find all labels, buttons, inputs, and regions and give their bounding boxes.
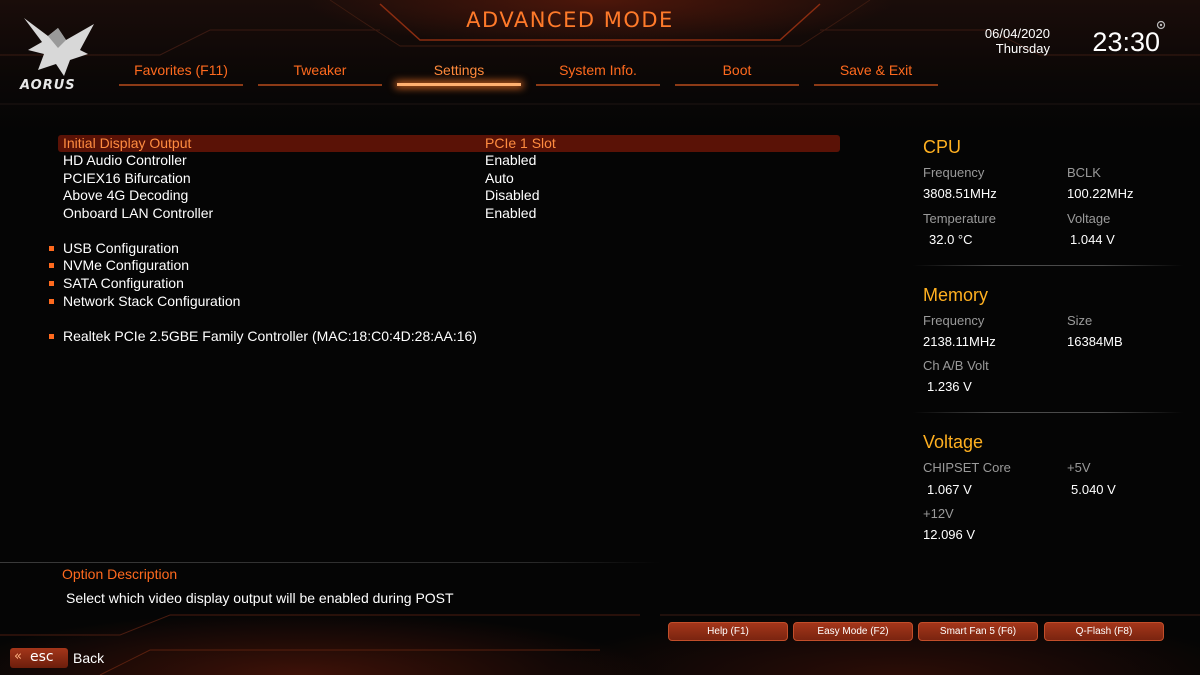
esc-button[interactable]: « esc (10, 648, 68, 668)
cpu-bclk-label: BCLK (1067, 165, 1101, 180)
submenu-label: SATA Configuration (63, 275, 184, 291)
tab-boot[interactable]: Boot (675, 62, 799, 88)
memory-size-label: Size (1067, 313, 1093, 328)
tab-favorites[interactable]: Favorites (F11) (119, 62, 243, 88)
setting-label: Onboard LAN Controller (63, 205, 214, 221)
tab-save-exit[interactable]: Save & Exit (814, 62, 938, 88)
submenu-network-stack-configuration[interactable]: Network Stack Configuration (49, 293, 840, 310)
date-text: 06/04/2020 (984, 26, 1050, 41)
plus12v-value: 12.096 V (923, 527, 976, 542)
mode-title: ADVANCED MODE (466, 8, 674, 32)
tab-tweaker[interactable]: Tweaker (258, 62, 382, 88)
plus5v-label: +5V (1067, 460, 1091, 475)
setting-label: Initial Display Output (63, 135, 192, 151)
tab-underline (119, 84, 243, 86)
submenu-bullet-icon (49, 281, 54, 286)
setting-label: PCIEX16 Bifurcation (63, 170, 191, 186)
cpu-voltage-label: Voltage (1067, 211, 1111, 226)
plus12v-label: +12V (923, 506, 954, 521)
tab-label: Settings (433, 62, 485, 78)
back-label: Back (73, 650, 105, 666)
setting-label: Above 4G Decoding (63, 187, 189, 203)
setting-pciex16-bifurcation[interactable]: PCIEX16 Bifurcation Auto (58, 170, 840, 187)
setting-value[interactable]: Enabled (485, 152, 536, 169)
cpu-section-title: CPU (923, 137, 962, 157)
tab-label: Save & Exit (839, 62, 913, 78)
submenu-bullet-icon (49, 263, 54, 268)
tab-underline (814, 84, 938, 86)
tab-underline (258, 84, 382, 86)
cpu-frequency-value: 3808.51MHz (923, 186, 997, 201)
memory-chvolt-value: 1.236 V (927, 379, 972, 394)
qflash-button[interactable]: Q-Flash (F8) (1044, 622, 1164, 641)
tab-underline (675, 84, 799, 86)
memory-section-title: Memory (923, 285, 989, 305)
tab-label: Favorites (F11) (134, 62, 228, 78)
cpu-frequency-label: Frequency (923, 165, 985, 180)
submenu-realtek-controller[interactable]: Realtek PCIe 2.5GBE Family Controller (M… (49, 328, 840, 345)
setting-value[interactable]: Auto (485, 170, 514, 187)
submenu-label: Realtek PCIe 2.5GBE Family Controller (M… (63, 328, 477, 344)
submenu-bullet-icon (49, 246, 54, 251)
memory-frequency-label: Frequency (923, 313, 985, 328)
option-description-title: Option Description (62, 566, 178, 582)
plus5v-value: 5.040 V (1071, 482, 1116, 497)
cpu-divider (913, 265, 1183, 266)
time-text: 23:30 (1092, 27, 1160, 57)
tab-label: Tweaker (293, 62, 347, 78)
chipset-core-label: CHIPSET Core (923, 460, 1011, 475)
description-divider (0, 562, 660, 563)
option-description-text: Select which video display output will b… (66, 590, 454, 606)
setting-above-4g-decoding[interactable]: Above 4G Decoding Disabled (58, 187, 840, 204)
submenu-nvme-configuration[interactable]: NVMe Configuration (49, 257, 840, 274)
day-text: Thursday (995, 41, 1050, 56)
submenu-bullet-icon (49, 334, 54, 339)
memory-size-value: 16384MB (1067, 334, 1123, 349)
submenu-label: NVMe Configuration (63, 257, 190, 273)
footer-background (0, 555, 1200, 675)
tab-underline (397, 83, 521, 86)
help-button[interactable]: Help (F1) (668, 622, 788, 641)
clock: 06/04/2020 Thursday 23:30 (940, 26, 1160, 58)
tab-settings[interactable]: Settings (397, 62, 521, 88)
setting-value[interactable]: Enabled (485, 205, 536, 222)
aorus-logo-text: AORUS (20, 78, 76, 93)
cpu-temperature-label: Temperature (923, 211, 996, 226)
setting-initial-display-output[interactable]: Initial Display Output PCIe 1 Slot (58, 135, 840, 152)
tab-underline (536, 84, 660, 86)
submenu-sata-configuration[interactable]: SATA Configuration (49, 275, 840, 292)
date-block: 06/04/2020 Thursday (950, 26, 1050, 56)
submenu-bullet-icon (49, 299, 54, 304)
submenu-usb-configuration[interactable]: USB Configuration (49, 240, 840, 257)
gear-icon[interactable] (1156, 20, 1166, 30)
main-tabs: Favorites (F11) Tweaker Settings System … (119, 62, 939, 88)
tab-label: Boot (722, 62, 752, 78)
memory-chvolt-label: Ch A/B Volt (923, 358, 989, 373)
submenu-label: USB Configuration (63, 240, 179, 256)
voltage-section-title: Voltage (923, 432, 984, 452)
smart-fan-button[interactable]: Smart Fan 5 (F6) (918, 622, 1038, 641)
esc-label: esc (30, 649, 54, 665)
tab-system-info[interactable]: System Info. (536, 62, 660, 88)
cpu-bclk-value: 100.22MHz (1067, 186, 1134, 201)
setting-label: HD Audio Controller (63, 152, 187, 168)
cpu-voltage-value: 1.044 V (1070, 232, 1115, 247)
cpu-temperature-value: 32.0 °C (929, 232, 973, 247)
setting-onboard-lan-controller[interactable]: Onboard LAN Controller Enabled (58, 205, 840, 222)
submenu-label: Network Stack Configuration (63, 293, 241, 309)
memory-divider (913, 412, 1183, 413)
tab-label: System Info. (559, 62, 637, 78)
setting-value[interactable]: Disabled (485, 187, 539, 204)
setting-value[interactable]: PCIe 1 Slot (485, 135, 556, 152)
setting-hd-audio-controller[interactable]: HD Audio Controller Enabled (58, 152, 840, 169)
chevron-left-icon: « (14, 649, 22, 664)
chipset-core-value: 1.067 V (927, 482, 972, 497)
easy-mode-button[interactable]: Easy Mode (F2) (793, 622, 913, 641)
memory-frequency-value: 2138.11MHz (923, 334, 996, 349)
